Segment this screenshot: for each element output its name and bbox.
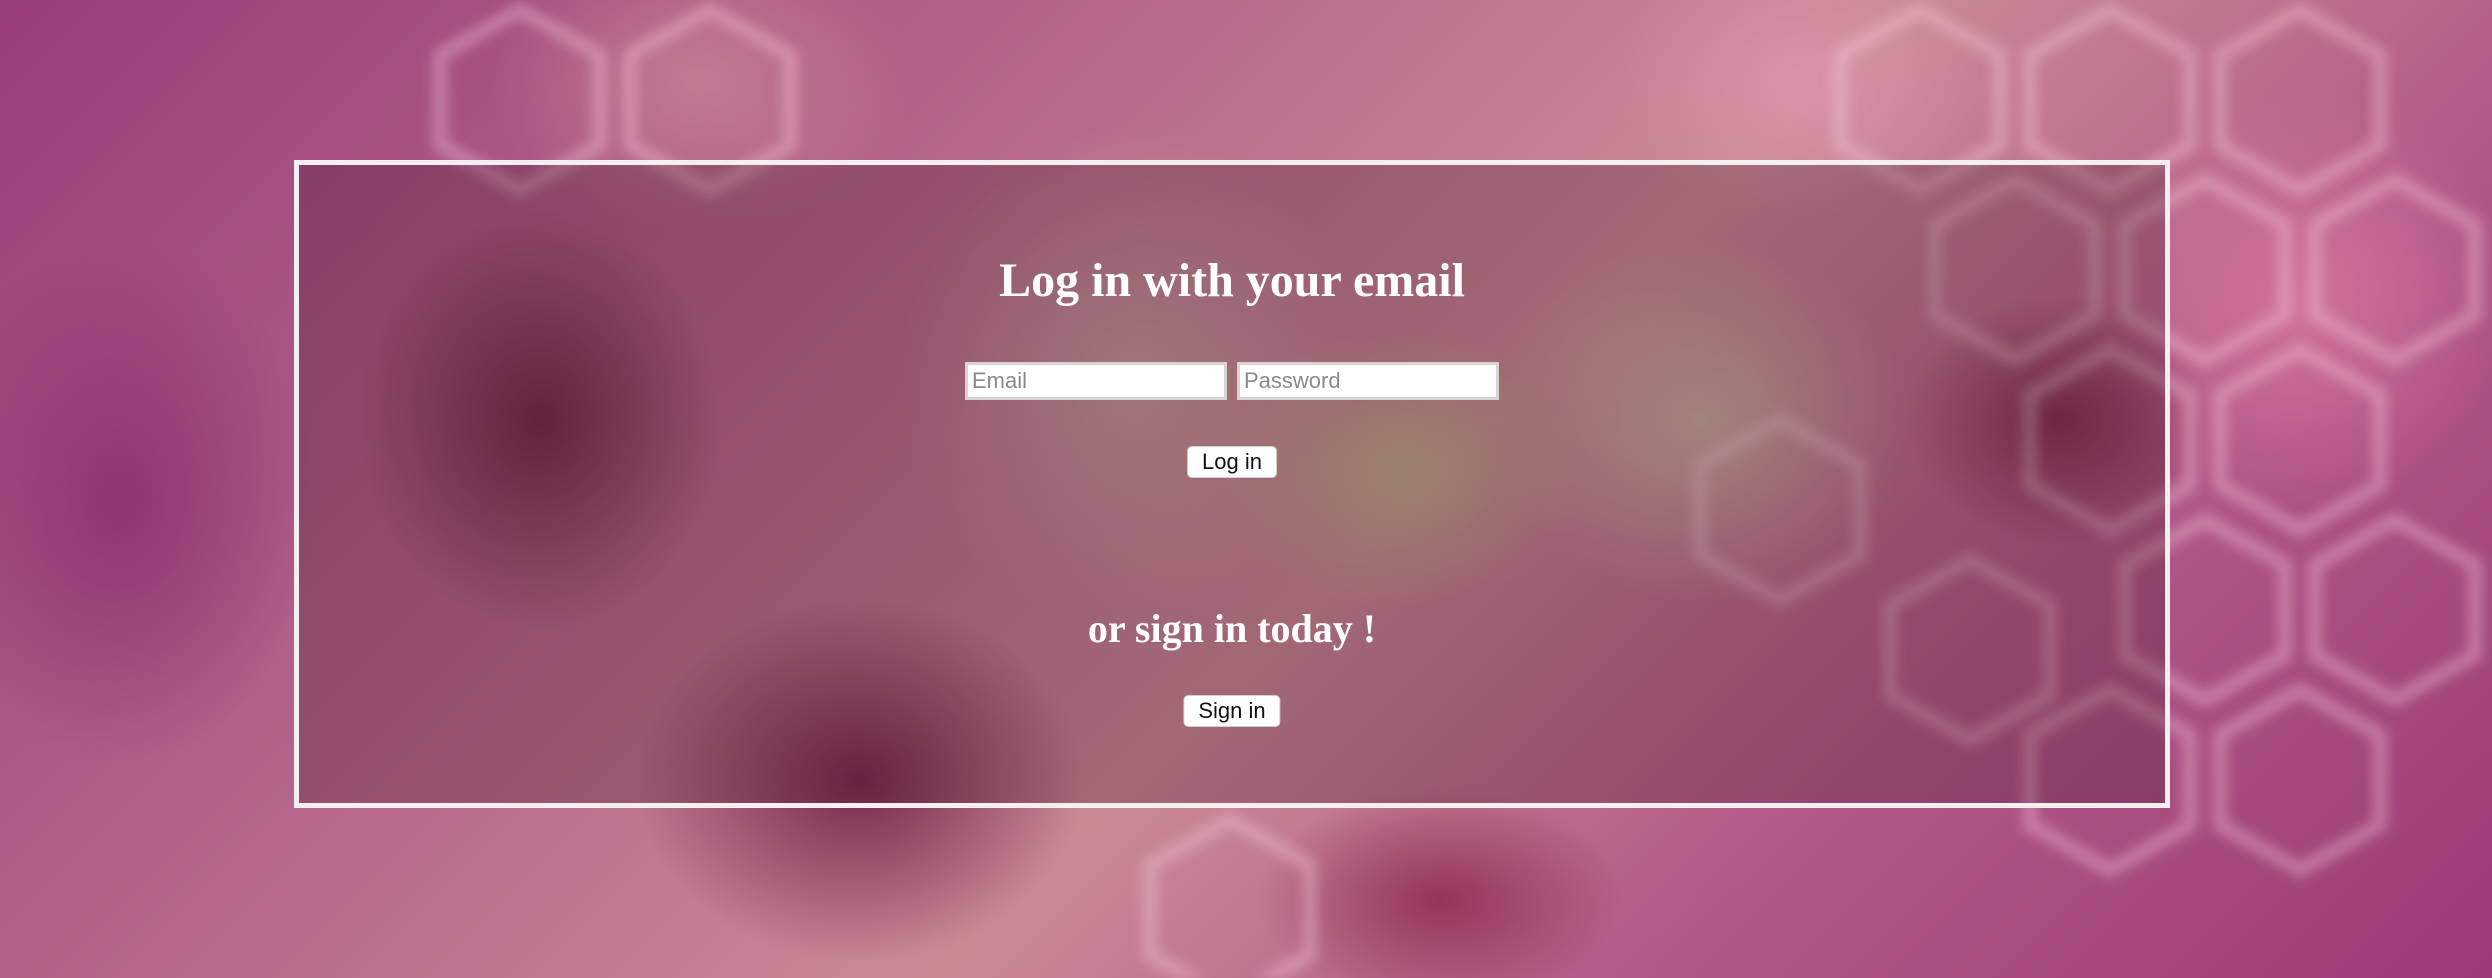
password-input[interactable] — [1237, 362, 1499, 400]
login-form — [299, 362, 2165, 400]
login-panel: Log in with your email Log in or sign in… — [294, 160, 2170, 808]
email-input[interactable] — [965, 362, 1227, 400]
login-title: Log in with your email — [999, 254, 1465, 307]
signin-button[interactable]: Sign in — [1183, 695, 1281, 727]
signup-subtitle: or sign in today ! — [1087, 606, 1377, 651]
login-button[interactable]: Log in — [1187, 446, 1277, 478]
